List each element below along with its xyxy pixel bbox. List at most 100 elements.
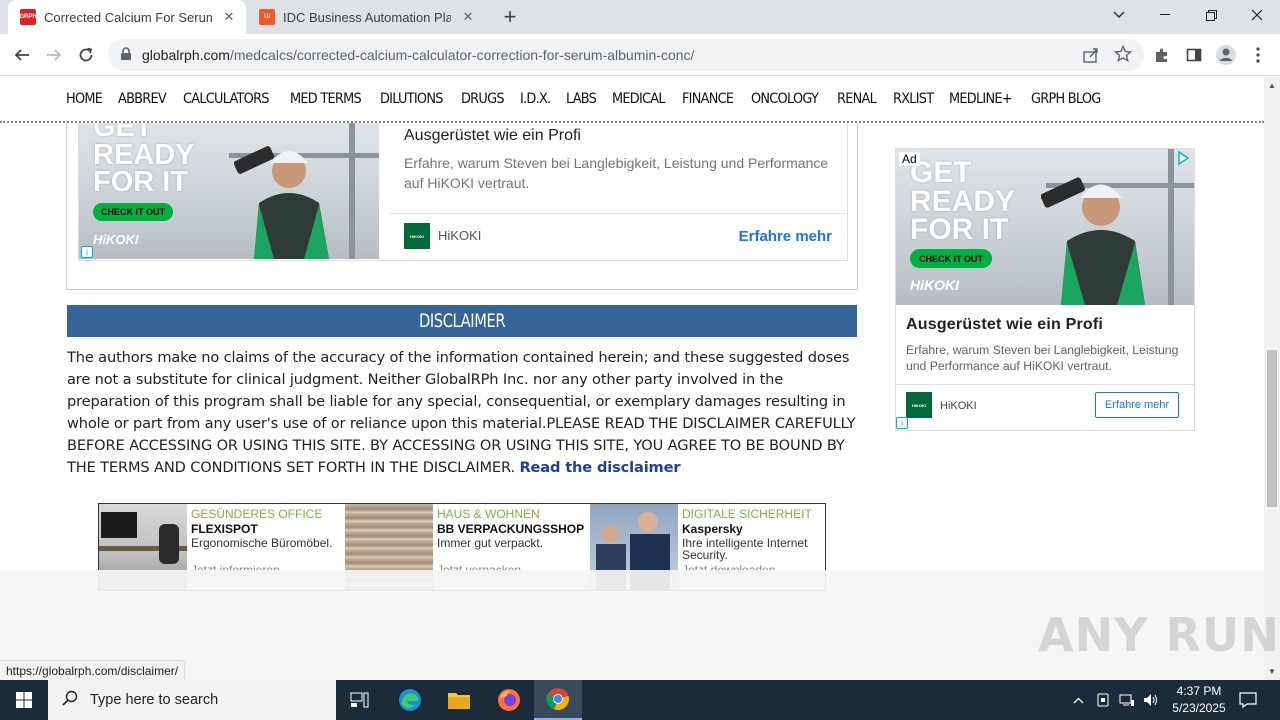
taskbar-clock[interactable]: 4:37 PM 5/23/2025 (1160, 683, 1238, 717)
ad-image-line: GET (910, 156, 972, 189)
nav-oncology[interactable]: ONCOLOGY (751, 91, 819, 107)
task-view-icon[interactable] (336, 680, 384, 720)
sidebar-ad[interactable]: Ad GET READY FOR IT CHECK IT OUT HiKOKI … (895, 148, 1195, 431)
nav-labs[interactable]: LABS (566, 91, 597, 107)
hikoki-ad-image[interactable]: GET READY FOR IT CHECK IT OUT HiKOKI (79, 123, 379, 259)
tab-strip: GRPH Corrected Calcium For Serum Albumin… (0, 0, 1280, 34)
tray-overflow-chevron-icon[interactable] (1068, 680, 1088, 720)
bookmark-star-icon[interactable] (1113, 44, 1133, 68)
nav-grph-blog[interactable]: GRPH BLOG (1031, 91, 1101, 107)
nav-renal[interactable]: RENAL (837, 91, 877, 107)
ad-image-headline: GET READY FOR IT (910, 156, 1015, 245)
ad-image-cta[interactable]: CHECK IT OUT (910, 249, 992, 268)
windows-taskbar: Type here to search 4:37 PM 5/23/2025 (0, 680, 1280, 720)
nav-idx[interactable]: I.D.X. (520, 91, 551, 107)
nav-medline[interactable]: MEDLINE+ (949, 91, 1013, 107)
nav-calculators[interactable]: CALCULATORS (183, 91, 269, 107)
uipath-favicon-icon: Ui (259, 9, 275, 25)
ad-headline[interactable]: Ausgerüstet wie ein Profi (404, 127, 581, 145)
notifications-icon[interactable] (1234, 680, 1262, 720)
device-icon[interactable] (1092, 680, 1114, 720)
ad-image-cta[interactable]: CHECK IT OUT (93, 203, 173, 221)
back-arrow-icon[interactable] (7, 40, 37, 70)
edge-browser-icon[interactable] (386, 680, 434, 720)
native-ad-brand: Kaspersky (682, 522, 743, 536)
read-disclaimer-link[interactable]: Read the disclaimer (519, 459, 680, 476)
ad-description: Erfahre, warum Steven bei Langlebigkeit,… (404, 155, 829, 191)
adchoices-icon[interactable]: i (896, 417, 908, 429)
native-ad-category: HAUS & WOHNEN (437, 507, 540, 521)
banner-ad-text: Ausgerüstet wie ein Profi Erfahre, warum… (390, 123, 848, 259)
search-placeholder: Type here to search (90, 692, 219, 708)
address-bar[interactable]: globalrph.com/medcalcs/corrected-calcium… (108, 39, 1144, 71)
learn-more-link[interactable]: Erfahre mehr (739, 228, 832, 245)
nav-rxlist[interactable]: RXLIST (893, 91, 934, 107)
banner-ad[interactable]: GET READY FOR IT CHECK IT OUT HiKOKI i A… (78, 123, 848, 261)
extensions-puzzle-icon[interactable] (1147, 40, 1177, 70)
tab-corrected-calcium[interactable]: GRPH Corrected Calcium For Serum Albumin… (8, 0, 246, 34)
tab-title: Corrected Calcium For Serum Albumin (44, 9, 212, 25)
windows-start-icon[interactable] (0, 680, 48, 720)
ad-image-line: FOR IT (93, 166, 189, 199)
clock-time: 4:37 PM (1176, 684, 1222, 698)
profile-avatar-icon[interactable] (1211, 40, 1241, 70)
nav-med-terms[interactable]: MED TERMS (290, 91, 362, 107)
ad-brand: HiKOKI (940, 400, 977, 412)
nav-medical[interactable]: MEDICAL (612, 91, 666, 107)
native-ad-brand: FLEXISPOT (191, 522, 258, 536)
share-icon[interactable] (1082, 46, 1100, 69)
ad-footer: HiKOKI HiKOKI Erfahre mehr (390, 213, 848, 259)
clock-date: 5/23/2025 (1172, 701, 1226, 715)
forward-arrow-icon[interactable] (39, 40, 69, 70)
ad-image-headline: GET READY FOR IT (93, 123, 195, 197)
nav-drugs[interactable]: DRUGS (461, 91, 505, 107)
nav-abbrev[interactable]: ABBREV (118, 91, 167, 107)
lock-icon[interactable] (120, 47, 132, 66)
search-icon (62, 690, 78, 711)
native-ad-description: Ihre intelligente Internet Security. (682, 536, 808, 562)
adchoices-icon[interactable] (1176, 150, 1190, 170)
native-ad-category: GESÜNDERES OFFICE (191, 507, 323, 521)
volume-icon[interactable] (1140, 680, 1162, 720)
worker-figure (233, 133, 344, 259)
scroll-down-arrow-icon[interactable]: ▼ (1268, 667, 1276, 676)
hikoki-brand-logo-icon: HiKOKI (906, 392, 932, 418)
site-navigation: HOME ABBREV CALCULATORS MED TERMS DILUTI… (0, 77, 1264, 123)
ad-image-line: READY (93, 138, 195, 171)
hikoki-logo: HiKOKI (910, 277, 959, 293)
nav-dilutions[interactable]: DILUTIONS (380, 91, 443, 107)
close-tab-icon[interactable]: ✕ (459, 8, 477, 26)
side-panel-icon[interactable] (1179, 40, 1209, 70)
scrollbar-thumb[interactable] (1267, 350, 1277, 507)
hikoki-ad-image[interactable]: GET READY FOR IT CHECK IT OUT HiKOKI (896, 149, 1194, 305)
globalrph-favicon-icon: GRPH (19, 9, 37, 25)
disclaimer-body: The authors make no claims of the accura… (67, 349, 856, 476)
ad-footer: HiKOKI HiKOKI Erfahre mehr (896, 384, 1194, 431)
page-scrollbar[interactable]: ▲ ▼ (1264, 77, 1280, 680)
firefox-icon[interactable] (485, 680, 533, 720)
network-icon[interactable] (1116, 680, 1138, 720)
nav-home[interactable]: HOME (66, 91, 103, 107)
adchoices-icon[interactable]: i (81, 246, 93, 258)
web-page: HOME ABBREV CALCULATORS MED TERMS DILUTI… (0, 77, 1264, 680)
file-explorer-icon[interactable] (435, 680, 483, 720)
chrome-icon[interactable] (534, 680, 582, 720)
link-status-bar: https://globalrph.com/disclaimer/ (0, 660, 186, 680)
ad-headline[interactable]: Ausgerüstet wie ein Profi (906, 316, 1103, 334)
scroll-up-arrow-icon[interactable]: ▲ (1268, 81, 1276, 90)
taskbar-search-box[interactable]: Type here to search (48, 680, 336, 720)
close-window-button[interactable] (1234, 0, 1280, 30)
tab-search-chevron-icon[interactable] (1096, 0, 1142, 30)
learn-more-button[interactable]: Erfahre mehr (1095, 392, 1179, 418)
close-tab-icon[interactable]: ✕ (220, 8, 238, 26)
nav-finance[interactable]: FINANCE (682, 91, 734, 107)
minimize-button[interactable] (1142, 0, 1188, 30)
new-tab-button[interactable]: + (498, 4, 522, 29)
disclaimer-text: The authors make no claims of the accura… (67, 347, 867, 479)
reload-icon[interactable] (71, 40, 101, 70)
chrome-menu-icon[interactable] (1243, 40, 1273, 70)
restore-button[interactable] (1188, 0, 1234, 30)
ad-description: Erfahre, warum Steven bei Langlebigkeit,… (906, 343, 1179, 373)
tab-title: IDC Business Automation Platform (283, 9, 451, 25)
tab-idc-business-automation[interactable]: Ui IDC Business Automation Platform ✕ (247, 0, 487, 34)
